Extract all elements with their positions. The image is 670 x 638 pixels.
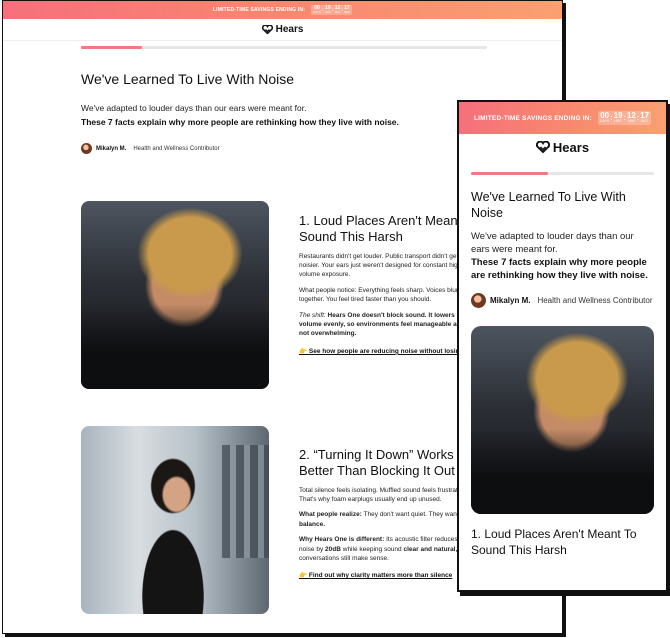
countdown-timer: 00 DAYS : 19 HRS : 12 MIN : 17 SEC [598,111,652,125]
section-1-image [81,201,269,389]
reading-progress [81,46,487,49]
article-title: We've Learned To Live With Noise [81,71,295,87]
site-header: Hears [3,19,562,41]
article-title: We've Learned To Live With Noise [471,190,626,221]
reading-progress [471,172,654,175]
avatar [471,292,486,308]
promo-bar: LIMITED-TIME SAVINGS ENDING IN: 00 DAYS :… [459,102,666,134]
author-name: Mikalyn M. [96,145,127,152]
avatar [81,143,92,154]
brand-logo[interactable]: Hears [553,140,589,155]
brand-logo[interactable]: Hears [276,24,304,35]
author-role: Health and Wellness Contributor [133,145,220,152]
author-role: Health and Wellness Contributor [537,295,653,305]
promo-label: LIMITED-TIME SAVINGS ENDING IN: [473,114,592,122]
author-byline: Mikalyn M. Health and Wellness Contribut… [471,292,654,308]
mobile-preview: LIMITED-TIME SAVINGS ENDING IN: 00 DAYS :… [457,100,668,592]
countdown-timer: 00 DAYS : 19 HRS : 12 MIN : 17 SEC [311,5,353,15]
promo-label: LIMITED-TIME SAVINGS ENDING IN: [212,7,306,13]
section-1-image [471,325,654,514]
site-header: Hears [459,134,666,160]
author-name: Mikalyn M. [490,295,531,305]
heart-link-icon[interactable] [535,141,550,153]
heart-link-icon[interactable] [261,25,273,34]
article-intro: We've adapted to louder days than our ea… [471,230,634,255]
article-intro-bold: These 7 facts explain why more people ar… [471,257,648,282]
section-1-title: 1. Loud Places Aren't Meant To Sound This… [471,526,637,557]
promo-bar: LIMITED-TIME SAVINGS ENDING IN: 00 DAYS :… [3,1,562,19]
section-2-image [81,426,269,614]
